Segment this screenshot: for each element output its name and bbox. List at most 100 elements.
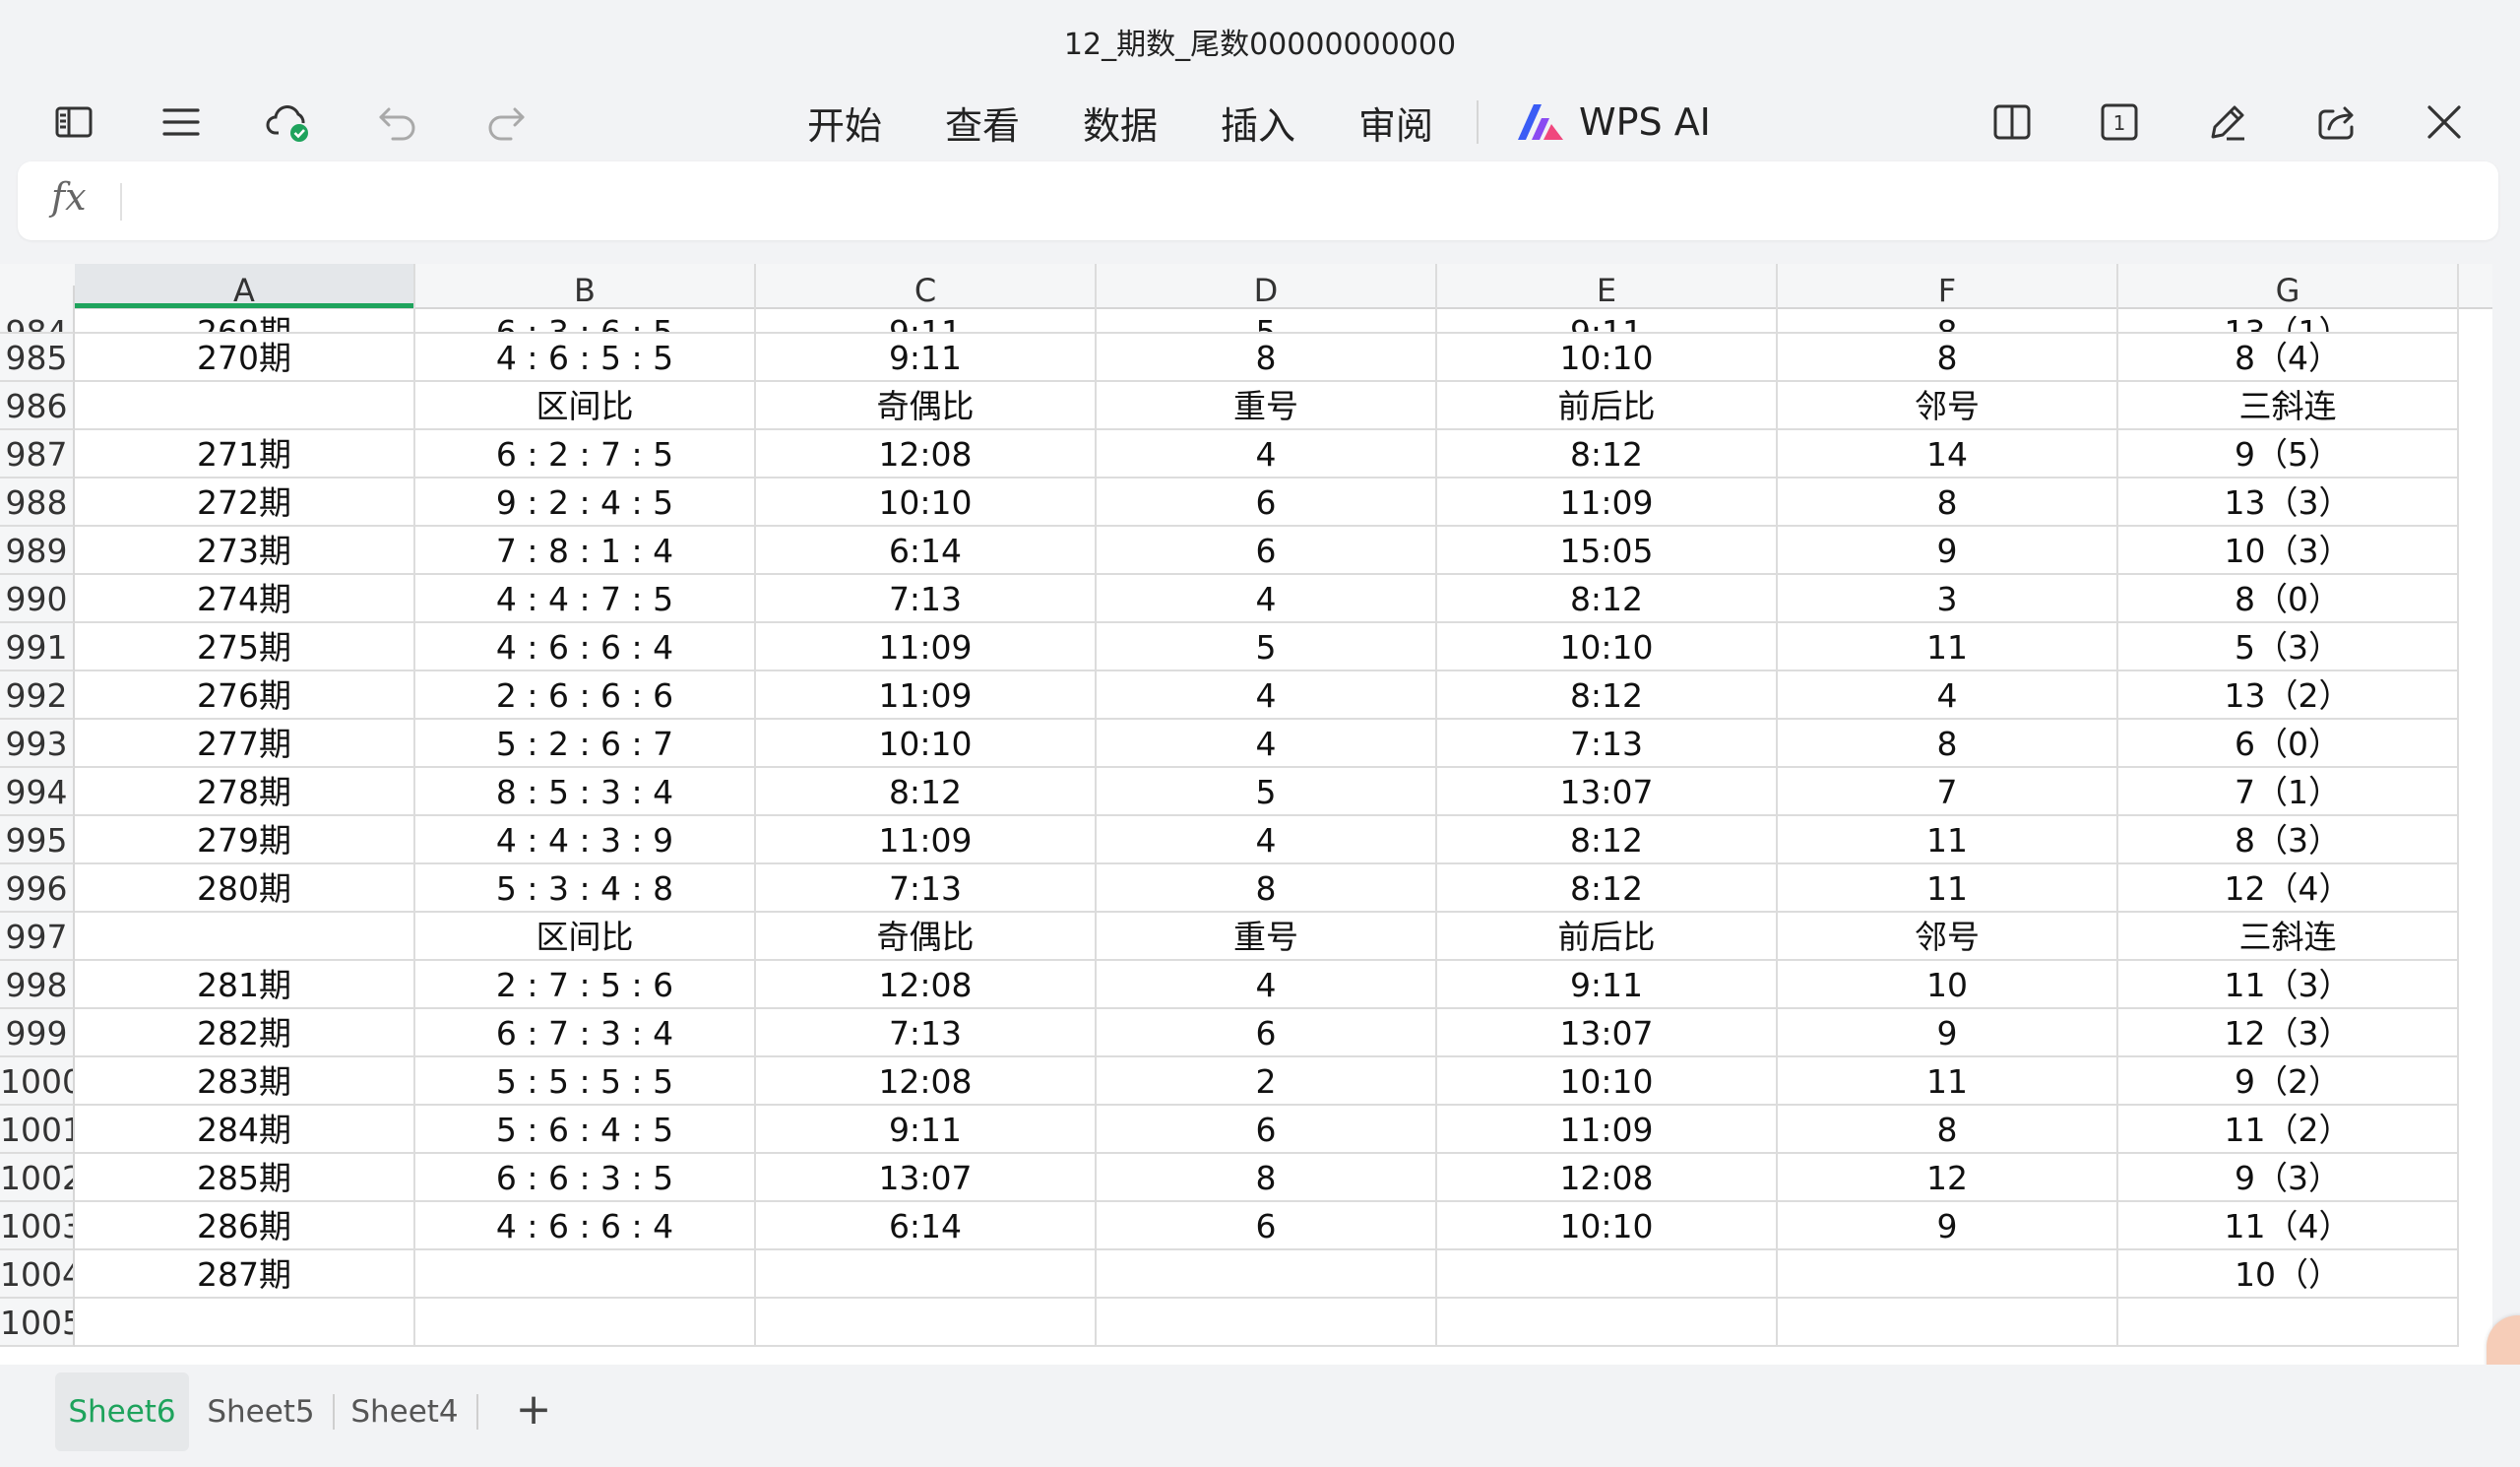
cell-c[interactable]: 12:08 <box>756 430 1097 478</box>
row-number[interactable]: 985 <box>0 334 75 382</box>
cell-b[interactable]: 6 : 6 : 3 : 5 <box>415 1154 756 1202</box>
cell-e[interactable]: 11:09 <box>1437 1106 1778 1154</box>
cell-g[interactable]: 13（2） <box>2118 671 2459 720</box>
row-number[interactable]: 993 <box>0 720 75 768</box>
split-view-icon[interactable] <box>1984 96 2040 148</box>
menu-icon[interactable] <box>154 96 209 148</box>
cell-g[interactable]: 7（1） <box>2118 768 2459 816</box>
row-number[interactable]: 992 <box>0 671 75 720</box>
menu-data[interactable]: 数据 <box>1083 93 1158 152</box>
undo-icon[interactable] <box>370 96 425 148</box>
cell-d[interactable]: 6 <box>1097 1202 1437 1250</box>
cell-a[interactable]: 282期 <box>75 1009 415 1057</box>
cell-a[interactable]: 271期 <box>75 430 415 478</box>
cell-d[interactable]: 5 <box>1097 286 1437 334</box>
cell-g[interactable]: 13（1） <box>2118 286 2459 334</box>
cell-b[interactable]: 4 : 6 : 6 : 4 <box>415 623 756 671</box>
page-count-icon[interactable]: 1 <box>2092 96 2147 148</box>
row-number[interactable]: 1001 <box>0 1106 75 1154</box>
menu-view[interactable]: 查看 <box>945 93 1020 152</box>
row-number[interactable]: 1005 <box>0 1299 75 1347</box>
cell-f[interactable]: 14 <box>1778 430 2118 478</box>
cell-g[interactable]: 6（0） <box>2118 720 2459 768</box>
formula-bar[interactable]: fx <box>18 161 2498 240</box>
cell-f[interactable]: 9 <box>1778 527 2118 575</box>
cell-g[interactable] <box>2118 1299 2459 1347</box>
close-icon[interactable] <box>2417 96 2472 148</box>
menu-home[interactable]: 开始 <box>807 93 882 152</box>
cell-a[interactable]: 284期 <box>75 1106 415 1154</box>
cell-d[interactable] <box>1097 1299 1437 1347</box>
cell-e[interactable]: 10:10 <box>1437 1057 1778 1106</box>
cell-e[interactable]: 10:10 <box>1437 334 1778 382</box>
cell-d[interactable]: 4 <box>1097 671 1437 720</box>
cell-b[interactable]: 4 : 4 : 7 : 5 <box>415 575 756 623</box>
cell-g[interactable]: 11（4） <box>2118 1202 2459 1250</box>
cell-c[interactable]: 12:08 <box>756 1057 1097 1106</box>
cell-b[interactable]: 5 : 3 : 4 : 8 <box>415 864 756 913</box>
cell-c[interactable]: 奇偶比 <box>756 382 1097 430</box>
cell-c[interactable]: 7:13 <box>756 864 1097 913</box>
cell-g[interactable]: 三斜连 <box>2118 913 2459 961</box>
cell-f[interactable]: 4 <box>1778 671 2118 720</box>
cell-g[interactable]: 9（3） <box>2118 1154 2459 1202</box>
cell-b[interactable]: 8 : 5 : 3 : 4 <box>415 768 756 816</box>
cell-b[interactable]: 区间比 <box>415 382 756 430</box>
cell-e[interactable]: 前后比 <box>1437 382 1778 430</box>
tab-sheet6[interactable]: Sheet6 <box>55 1372 189 1451</box>
cell-e[interactable]: 9:11 <box>1437 961 1778 1009</box>
cell-f[interactable]: 12 <box>1778 1154 2118 1202</box>
row-number[interactable]: 997 <box>0 913 75 961</box>
cell-g[interactable]: 11（3） <box>2118 961 2459 1009</box>
cell-a[interactable]: 283期 <box>75 1057 415 1106</box>
cell-g[interactable]: 8（0） <box>2118 575 2459 623</box>
cell-f[interactable]: 邻号 <box>1778 382 2118 430</box>
sidebar-toggle-icon[interactable] <box>46 96 101 148</box>
cell-c[interactable]: 11:09 <box>756 671 1097 720</box>
menu-review[interactable]: 审阅 <box>1358 93 1433 152</box>
cell-d[interactable]: 5 <box>1097 768 1437 816</box>
cell-e[interactable]: 10:10 <box>1437 1202 1778 1250</box>
cell-b[interactable]: 4 : 4 : 3 : 9 <box>415 816 756 864</box>
cell-f[interactable]: 8 <box>1778 720 2118 768</box>
cell-d[interactable] <box>1097 1250 1437 1299</box>
cell-e[interactable]: 7:13 <box>1437 720 1778 768</box>
cell-c[interactable]: 9:11 <box>756 334 1097 382</box>
cell-b[interactable]: 6 : 3 : 6 : 5 <box>415 286 756 334</box>
cell-g[interactable]: 5（3） <box>2118 623 2459 671</box>
cell-e[interactable]: 13:07 <box>1437 768 1778 816</box>
cell-f[interactable]: 11 <box>1778 864 2118 913</box>
cell-f[interactable]: 11 <box>1778 1057 2118 1106</box>
cell-f[interactable]: 8 <box>1778 1106 2118 1154</box>
cell-a[interactable]: 279期 <box>75 816 415 864</box>
cell-f[interactable]: 11 <box>1778 623 2118 671</box>
cell-a[interactable]: 275期 <box>75 623 415 671</box>
cell-c[interactable]: 7:13 <box>756 1009 1097 1057</box>
cell-c[interactable]: 9:11 <box>756 286 1097 334</box>
cell-b[interactable]: 4 : 6 : 5 : 5 <box>415 334 756 382</box>
cell-b[interactable] <box>415 1299 756 1347</box>
row-number[interactable]: 1003 <box>0 1202 75 1250</box>
cell-a[interactable]: 269期 <box>75 286 415 334</box>
cell-d[interactable]: 2 <box>1097 1057 1437 1106</box>
cell-a[interactable]: 274期 <box>75 575 415 623</box>
cell-d[interactable]: 6 <box>1097 478 1437 527</box>
cell-e[interactable]: 8:12 <box>1437 575 1778 623</box>
cell-f[interactable]: 9 <box>1778 1009 2118 1057</box>
row-number[interactable]: 1002 <box>0 1154 75 1202</box>
cell-d[interactable]: 4 <box>1097 430 1437 478</box>
cell-e[interactable]: 10:10 <box>1437 623 1778 671</box>
cell-d[interactable]: 6 <box>1097 527 1437 575</box>
cell-b[interactable]: 5 : 5 : 5 : 5 <box>415 1057 756 1106</box>
cell-e[interactable]: 12:08 <box>1437 1154 1778 1202</box>
cell-f[interactable] <box>1778 1299 2118 1347</box>
cloud-synced-icon[interactable] <box>261 96 316 148</box>
cell-b[interactable]: 区间比 <box>415 913 756 961</box>
cell-f[interactable]: 7 <box>1778 768 2118 816</box>
cell-d[interactable]: 6 <box>1097 1106 1437 1154</box>
cell-c[interactable]: 6:14 <box>756 527 1097 575</box>
cell-d[interactable]: 4 <box>1097 575 1437 623</box>
row-number[interactable]: 987 <box>0 430 75 478</box>
cell-c[interactable]: 11:09 <box>756 623 1097 671</box>
cell-e[interactable]: 15:05 <box>1437 527 1778 575</box>
